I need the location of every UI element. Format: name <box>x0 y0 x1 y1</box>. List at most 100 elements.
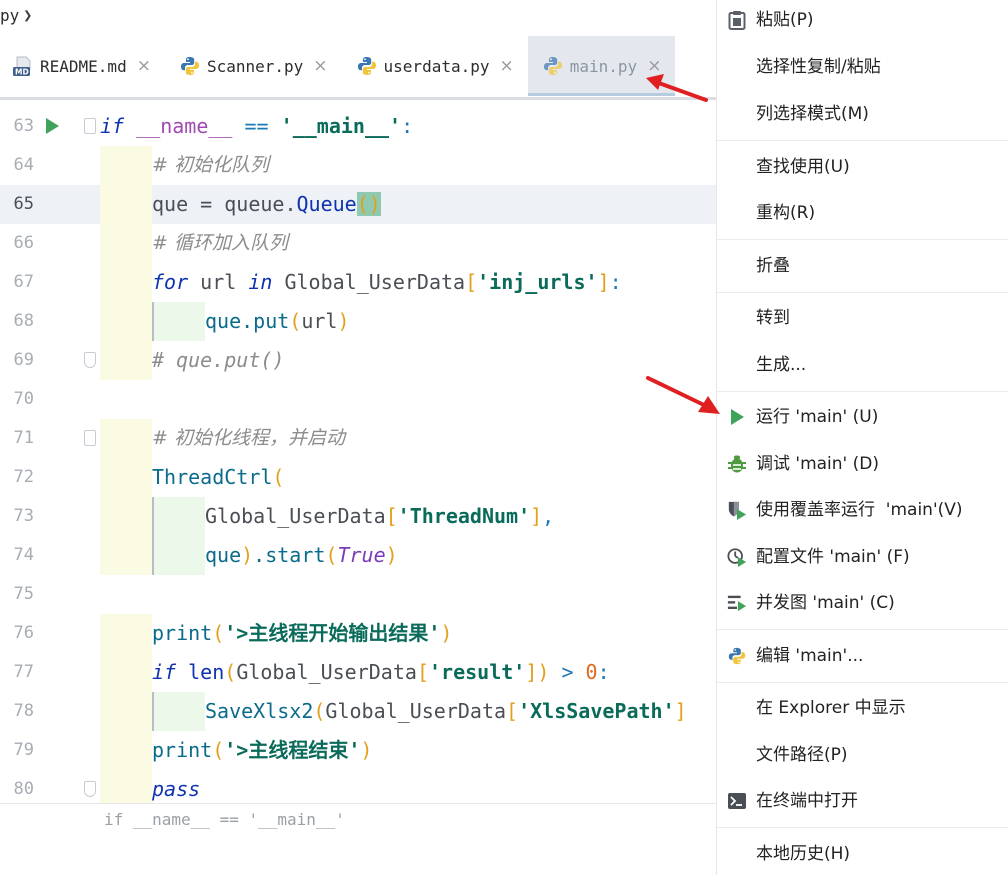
code-line[interactable]: 69 # que.put() <box>0 341 716 380</box>
menu-item-profile[interactable]: 配置文件 'main' (F) <box>717 537 1008 577</box>
code-line[interactable]: 66 # 循环加入队列 <box>0 224 716 263</box>
code-text: if len(Global_UserData['result']) > 0: <box>152 660 610 684</box>
menu-item-run-with-coverage[interactable]: 使用覆盖率运行 'main'(V) <box>717 490 1008 530</box>
tab-label: main.py <box>569 56 638 76</box>
fold-icon[interactable] <box>84 430 96 446</box>
code-line[interactable]: 71 # 初始化线程，并启动 <box>0 419 716 458</box>
menu-item-paste[interactable]: 粘贴(P) <box>717 0 1008 40</box>
menu-item-goto[interactable]: 转到 <box>717 298 1008 338</box>
menu-separator <box>717 239 1008 240</box>
annotation-arrow <box>646 74 708 102</box>
profile-icon <box>727 547 747 567</box>
menu-separator <box>717 629 1008 630</box>
code-line[interactable]: 74 que).start(True) <box>0 536 716 575</box>
line-number: 79 <box>13 740 34 760</box>
line-number: 76 <box>13 623 34 643</box>
menu-item-refactor[interactable]: 重构(R) <box>717 193 1008 233</box>
line-number: 69 <box>13 350 34 370</box>
code-line[interactable]: 68 que.put(url) <box>0 302 716 341</box>
debug-icon <box>727 454 747 474</box>
indent-guide <box>100 224 152 263</box>
menu-item-edit-config[interactable]: 编辑 'main'... <box>717 636 1008 676</box>
menu-item-debug[interactable]: 调试 'main' (D) <box>717 444 1008 484</box>
close-icon[interactable]: × <box>500 56 514 76</box>
line-number: 64 <box>13 155 34 175</box>
python-icon <box>727 646 747 666</box>
code-line[interactable]: 79 print('>主线程结束') <box>0 731 716 770</box>
line-number: 72 <box>13 467 34 487</box>
menu-item-generate[interactable]: 生成... <box>717 345 1008 385</box>
line-number: 70 <box>13 389 34 409</box>
tab-label: userdata.py <box>383 56 490 76</box>
line-number: 68 <box>13 311 34 331</box>
code-line[interactable]: 64 # 初始化队列 <box>0 146 716 185</box>
code-line[interactable]: 76 print('>主线程开始输出结果') <box>0 614 716 653</box>
tabs-divider <box>0 97 716 100</box>
menu-item-column-selection[interactable]: 列选择模式(M) <box>717 94 1008 134</box>
code-breadcrumb[interactable]: if __name__ == '__main__' <box>104 810 345 829</box>
context-menu: 粘贴(P) 选择性复制/粘贴 列选择模式(M) 查找使用(U) 重构(R) 折叠… <box>716 0 1008 875</box>
menu-separator <box>717 140 1008 141</box>
menu-separator <box>717 682 1008 683</box>
code-line[interactable]: 77 if len(Global_UserData['result']) > 0… <box>0 653 716 692</box>
code-editor: py ❯ MD README.md × Scanner.py × userdat… <box>0 0 716 875</box>
menu-item-show-in-explorer[interactable]: 在 Explorer 中显示 <box>717 688 1008 728</box>
code-comment: # 初始化队列 <box>152 154 269 176</box>
code-line-current[interactable]: 65 que = queue.Queue() <box>0 185 716 224</box>
line-number: 67 <box>13 272 34 292</box>
line-number: 71 <box>13 428 34 448</box>
menu-item-paste-special[interactable]: 选择性复制/粘贴 <box>717 47 1008 87</box>
fold-icon[interactable] <box>84 118 96 134</box>
indent-guide <box>152 302 205 341</box>
code-line[interactable]: 63 if __name__ == '__main__': <box>0 107 716 146</box>
code-line[interactable]: 78 SaveXlsx2(Global_UserData['XlsSavePat… <box>0 692 716 731</box>
tab-userdata[interactable]: userdata.py × <box>342 36 528 96</box>
menu-item-folding[interactable]: 折叠 <box>717 246 1008 286</box>
tab-label: Scanner.py <box>206 56 304 76</box>
breadcrumb[interactable]: py ❯ <box>0 0 32 30</box>
menu-item-concurrency-diagram[interactable]: 并发图 'main' (C) <box>717 583 1008 623</box>
menu-item-file-path[interactable]: 文件路径(P) <box>717 735 1008 775</box>
annotation-arrow <box>646 376 720 414</box>
code-breadcrumb-bar[interactable]: if __name__ == '__main__' <box>0 803 716 839</box>
indent-guide <box>152 536 205 575</box>
code-comment: # 初始化线程，并启动 <box>152 427 345 449</box>
python-icon <box>356 55 378 77</box>
menu-separator <box>717 292 1008 293</box>
menu-item-open-in-terminal[interactable]: 在终端中打开 <box>717 781 1008 821</box>
code-text: que).start(True) <box>205 543 398 567</box>
code-line[interactable]: 67 for url in Global_UserData['inj_urls'… <box>0 263 716 302</box>
code-text: SaveXlsx2(Global_UserData['XlsSavePath'] <box>205 699 687 723</box>
close-icon[interactable]: × <box>137 56 151 76</box>
run-gutter-icon[interactable] <box>46 118 59 134</box>
fold-end-icon[interactable] <box>84 352 96 368</box>
indent-guide <box>100 146 152 185</box>
menu-separator <box>717 827 1008 828</box>
terminal-icon <box>727 791 747 811</box>
tab-scanner[interactable]: Scanner.py × <box>165 36 342 96</box>
markdown-icon: MD <box>12 55 34 77</box>
chevron-right-icon: ❯ <box>23 6 33 24</box>
line-number: 77 <box>13 662 34 682</box>
indent-guide <box>100 341 152 380</box>
menu-item-run[interactable]: 运行 'main' (U) <box>717 397 1008 437</box>
menu-item-find-usages[interactable]: 查找使用(U) <box>717 147 1008 187</box>
indent-guide <box>100 458 152 497</box>
code-line[interactable]: 73 Global_UserData['ThreadNum'], <box>0 497 716 536</box>
code-line[interactable]: 70 <box>0 380 716 419</box>
code-line[interactable]: 75 <box>0 575 716 614</box>
indent-guide <box>100 731 152 770</box>
fold-end-icon[interactable] <box>84 781 96 797</box>
code-line[interactable]: 72 ThreadCtrl( <box>0 458 716 497</box>
indent-guide <box>152 497 205 536</box>
tab-readme[interactable]: MD README.md × <box>0 36 165 96</box>
concurrency-icon <box>727 593 747 613</box>
line-number: 78 <box>13 701 34 721</box>
code-area[interactable]: 63 if __name__ == '__main__': 64 # 初始化队列… <box>0 107 716 809</box>
breadcrumb-file[interactable]: py <box>0 6 19 25</box>
svg-text:MD: MD <box>15 68 29 77</box>
line-number: 65 <box>13 194 34 214</box>
indent-guide <box>100 536 152 575</box>
menu-item-local-history[interactable]: 本地历史(H) <box>717 834 1008 874</box>
close-icon[interactable]: × <box>313 56 327 76</box>
